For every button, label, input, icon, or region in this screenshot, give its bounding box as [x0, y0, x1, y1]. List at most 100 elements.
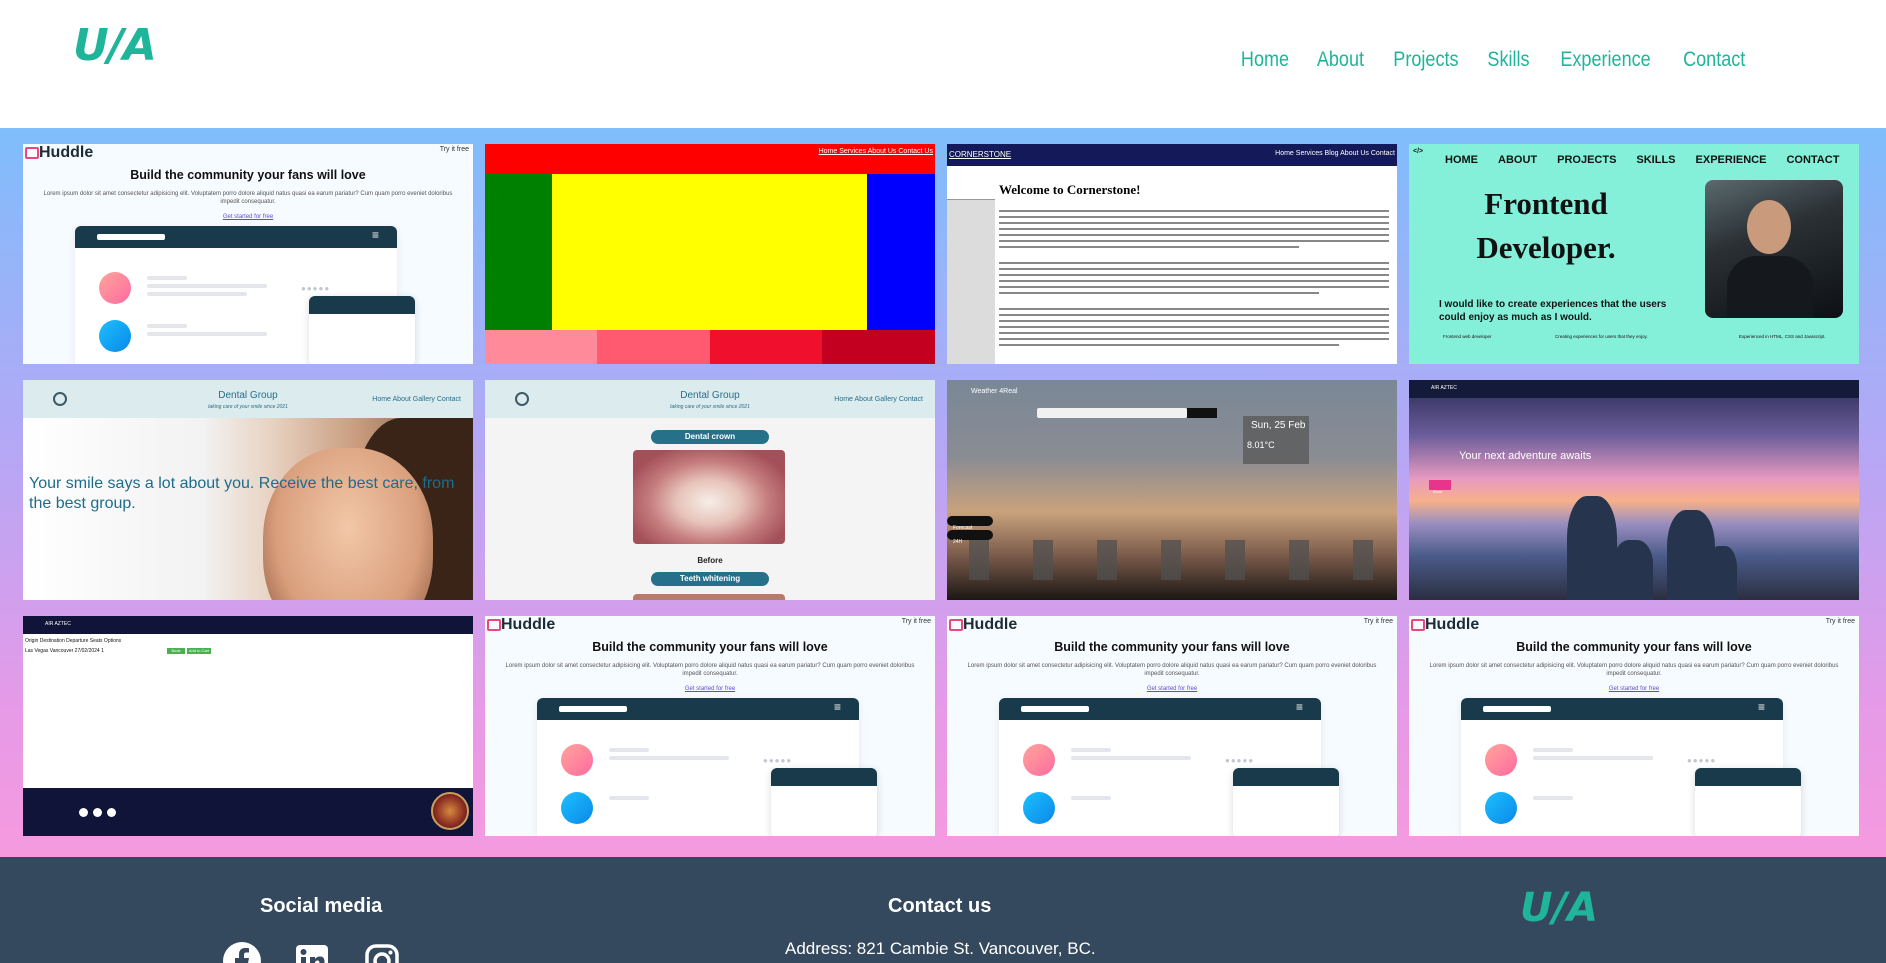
- dental-nav: Home About Gallery Contact: [834, 396, 923, 403]
- frontend-nav: HOME ABOUT PROJECTS SKILLS EXPERIENCE CO…: [1445, 154, 1839, 166]
- forecast-day: [1225, 540, 1245, 580]
- cornerstone-brand: CORNERSTONE: [949, 150, 1012, 159]
- huddle-logo: Huddle: [24, 144, 94, 161]
- mockup-avatar: [99, 320, 131, 352]
- project-card-flights[interactable]: AIR AZTEC Origin Destination Departure S…: [23, 616, 473, 836]
- huddle-logo: Huddle: [486, 616, 556, 633]
- huddle-title: Build the community your fans will love: [1054, 640, 1290, 654]
- text-line: [999, 262, 1389, 264]
- text-line: [999, 286, 1389, 288]
- project-card-adventure[interactable]: AIR AZTEC Your next adventure awaits Boo…: [1409, 380, 1859, 600]
- salmon-block: [597, 330, 710, 364]
- flights-brand: AIR AZTEC: [45, 621, 71, 627]
- huddle-cta-link: Get started for free: [1608, 686, 1660, 692]
- weather-temp: 8.01°C: [1247, 440, 1275, 450]
- nav-home[interactable]: Home: [1241, 48, 1289, 72]
- mockup-avatar: [99, 272, 131, 304]
- teeth-image: [633, 594, 785, 600]
- text-line: [999, 274, 1389, 276]
- cornerstone-header: CORNERSTONE Home Services Blog About Us …: [947, 144, 1397, 166]
- text-line: [999, 216, 1389, 218]
- linkedin-icon[interactable]: [292, 941, 332, 963]
- crimson-block: [822, 330, 935, 364]
- weather-pill-label: 24H: [953, 539, 963, 545]
- social-icons: [222, 941, 402, 963]
- dental-tagline: taking care of your smile since 2021: [208, 404, 288, 410]
- instagram-icon: [107, 808, 116, 817]
- project-card-frontend[interactable]: </> HOME ABOUT PROJECTS SKILLS EXPERIENC…: [1409, 144, 1859, 364]
- project-card-huddle[interactable]: Huddle Try it free Build the community y…: [23, 144, 473, 364]
- cornerstone-sidebar: [947, 166, 995, 364]
- huddle-subtitle: Lorem ipsum dolor sit amet consectetur a…: [967, 663, 1377, 677]
- nav-about[interactable]: About: [1317, 48, 1364, 72]
- mockup-dots: ●●●●●: [301, 284, 331, 293]
- teeth-whitening-tag: Teeth whitening: [651, 572, 769, 586]
- dental-hero-text: Your smile says a lot about you. Receive…: [29, 475, 455, 512]
- profile-photo: [1705, 180, 1843, 318]
- text-line: [999, 268, 1389, 270]
- project-card-huddle[interactable]: Huddle Try it free Build the community y…: [1409, 616, 1859, 836]
- huddle-cta-link: Get started for free: [1146, 686, 1198, 692]
- mockup-bar: [1461, 698, 1783, 720]
- project-card-dental-gallery[interactable]: Dental Group taking care of your smile s…: [485, 380, 935, 600]
- nav-contact[interactable]: Contact: [1683, 48, 1745, 72]
- huddle-mobile-mockup: [1233, 768, 1339, 836]
- project-card-weather[interactable]: Weather 4Real Sun, 25 Feb 8.01°C Forecas…: [947, 380, 1397, 600]
- text-line: [999, 222, 1389, 224]
- nav-projects[interactable]: Projects: [1393, 48, 1458, 72]
- before-label: Before: [697, 556, 723, 565]
- dental-header: Dental Group taking care of your smile s…: [485, 380, 935, 418]
- sidebar-block: [947, 166, 995, 200]
- frontend-nav-item: HOME: [1445, 154, 1478, 166]
- text-line: [999, 326, 1389, 328]
- facebook-icon[interactable]: [222, 941, 262, 963]
- mockup-line: [147, 292, 247, 296]
- mobile-mockup-bar: [771, 768, 877, 786]
- colorblocks-header: Home Services About Us Contact Us: [485, 144, 935, 174]
- footer-logo[interactable]: U/A: [1520, 885, 1598, 931]
- nav-experience[interactable]: Experience: [1560, 48, 1650, 72]
- text-line: [999, 332, 1389, 334]
- linkedin-icon: [93, 808, 102, 817]
- dental-header: Dental Group taking care of your smile s…: [23, 380, 473, 418]
- frontend-nav-item: ABOUT: [1498, 154, 1538, 166]
- mockup-line: [1533, 748, 1573, 752]
- colorblocks-nav: Home Services About Us Contact Us: [818, 148, 933, 155]
- huddle-logo: Huddle: [1410, 616, 1480, 633]
- project-card-colorblocks[interactable]: Home Services About Us Contact Us: [485, 144, 935, 364]
- mobile-mockup-bar: [1695, 768, 1801, 786]
- huddle-subtitle: Lorem ipsum dolor sit amet consectetur a…: [1429, 663, 1839, 677]
- contact-title: Contact us: [888, 895, 992, 917]
- site-logo[interactable]: U/A: [73, 20, 157, 71]
- huddle-cta-link: Get started for free: [222, 214, 274, 220]
- mockup-line: [147, 284, 267, 288]
- project-card-dental-home[interactable]: Dental Group taking care of your smile s…: [23, 380, 473, 600]
- huddle-subtitle: Lorem ipsum dolor sit amet consectetur a…: [43, 191, 453, 205]
- huddle-cta-link: Get started for free: [684, 686, 736, 692]
- project-card-cornerstone[interactable]: CORNERSTONE Home Services Blog About Us …: [947, 144, 1397, 364]
- project-card-huddle[interactable]: Huddle Try it free Build the community y…: [947, 616, 1397, 836]
- project-card-huddle[interactable]: Huddle Try it free Build the community y…: [485, 616, 935, 836]
- mockup-avatar: [1485, 744, 1517, 776]
- instagram-icon[interactable]: [362, 941, 402, 963]
- pink-block: [485, 330, 598, 364]
- dental-nav: Home About Gallery Contact: [372, 396, 461, 403]
- mockup-bar: [537, 698, 859, 720]
- blue-block: [867, 174, 935, 330]
- nav-skills[interactable]: Skills: [1487, 48, 1529, 72]
- green-block: [485, 174, 552, 330]
- forecast-day: [969, 540, 989, 580]
- mockup-dots: ●●●●●: [763, 756, 793, 765]
- huddle-mobile-mockup: [309, 296, 415, 364]
- weather-current-card: Sun, 25 Feb 8.01°C: [1243, 416, 1309, 464]
- huddle-title: Build the community your fans will love: [1516, 640, 1752, 654]
- weather-search-button: [1187, 408, 1217, 418]
- mockup-line: [147, 276, 187, 280]
- huddle-try-link: Try it free: [901, 618, 931, 625]
- frontend-tagline: I would like to create experiences that …: [1439, 299, 1667, 323]
- mockup-line: [609, 796, 649, 800]
- huddle-try-link: Try it free: [1363, 618, 1393, 625]
- flights-table-header: Origin Destination Departure Seats Optio…: [25, 638, 122, 644]
- forecast-day: [1097, 540, 1117, 580]
- adventure-cta-label: Book: [1433, 489, 1443, 494]
